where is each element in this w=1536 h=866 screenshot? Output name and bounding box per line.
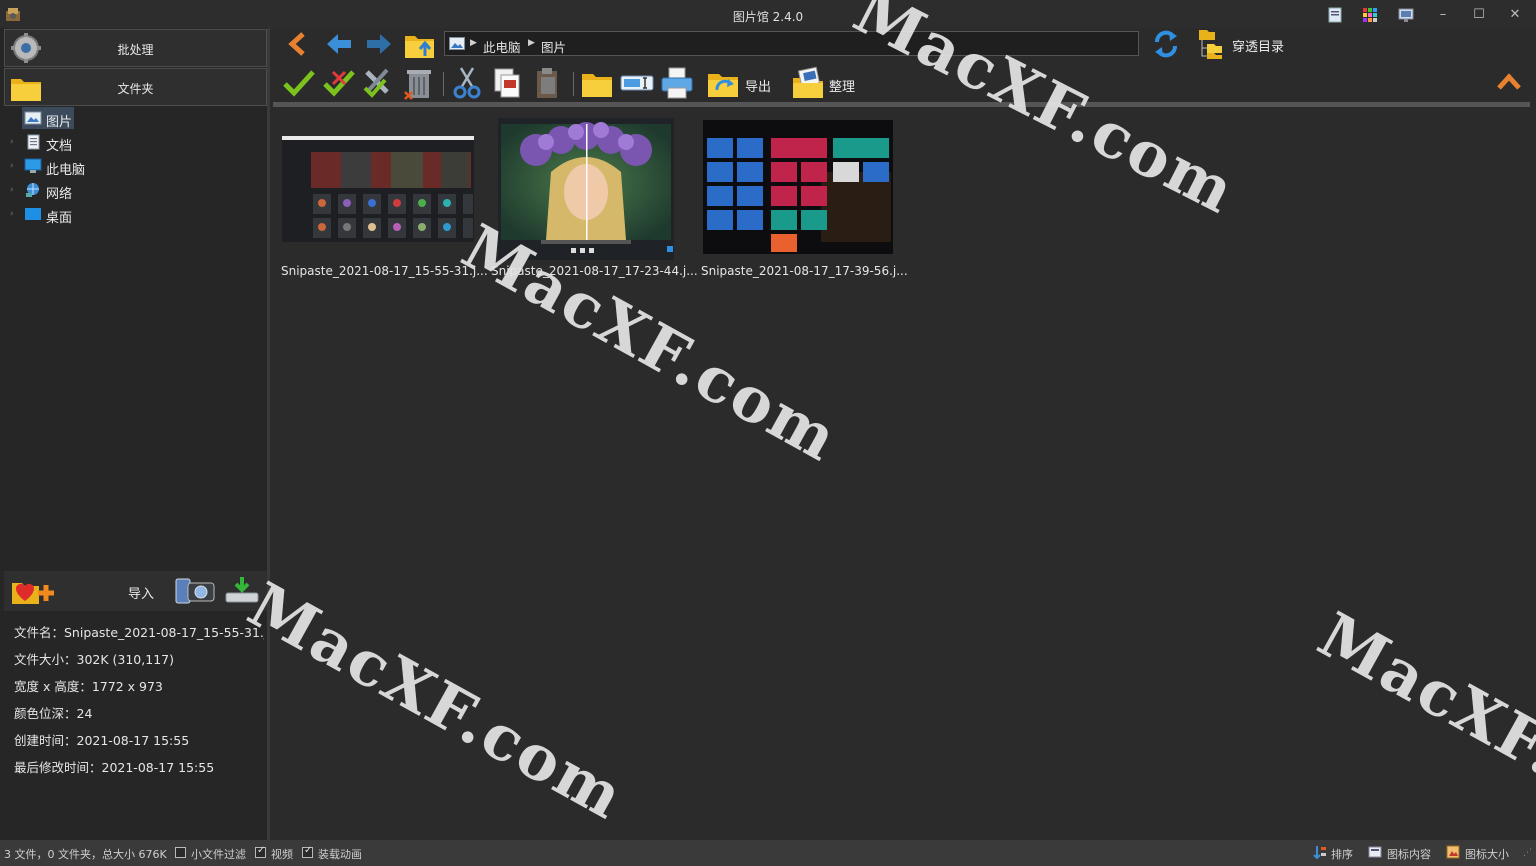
computer-icon — [24, 158, 42, 173]
thumbnail-caption: Snipaste_2021-08-17_17-39-56.j... — [701, 264, 908, 278]
organize-label[interactable]: 整理 — [829, 76, 855, 95]
tree-item-label: 桌面 — [46, 211, 73, 226]
camera-import-icon[interactable] — [174, 573, 218, 607]
video-checkbox[interactable] — [255, 845, 266, 858]
folder-button[interactable]: 文件夹 — [4, 68, 267, 106]
maximize-button[interactable]: ☐ — [1461, 4, 1497, 26]
thumbnail-image[interactable] — [701, 112, 901, 262]
through-directory-label: 穿透目录 — [1232, 40, 1285, 55]
copy-icon[interactable] — [489, 66, 525, 100]
tree-item-desktop[interactable]: › 桌面 — [10, 203, 260, 227]
title-bar: 图片馆 2.4.0 – ☐ ✕ — [0, 0, 1536, 30]
picture-icon — [449, 37, 465, 50]
document-icon — [27, 134, 40, 150]
expand-arrow-icon[interactable]: › — [10, 185, 14, 195]
picture-icon — [24, 111, 42, 125]
desktop-icon — [25, 208, 41, 220]
tree-item-network[interactable]: › 网络 — [10, 179, 260, 203]
color-depth-info: 颜色位深：24 — [14, 706, 93, 721]
status-summary: 3 文件，0 文件夹，总大小 676K — [4, 848, 167, 861]
print-icon[interactable] — [659, 66, 695, 100]
left-panel: 批处理 文件夹 图片 › 文档 › 此电脑 › 网络 › 桌面 导入 文件名：S… — [0, 28, 270, 840]
tree-item-pictures[interactable]: 图片 — [10, 107, 260, 131]
tree-item-label: 此电脑 — [46, 163, 86, 178]
tree-item-this-pc[interactable]: › 此电脑 — [10, 155, 260, 179]
export-label[interactable]: 导出 — [745, 76, 771, 95]
load-animation-label[interactable]: 装载动画 — [318, 846, 362, 862]
import-label: 导入 — [128, 587, 155, 602]
expand-arrow-icon[interactable]: › — [10, 161, 14, 171]
icon-content-label[interactable]: 图标内容 — [1387, 846, 1431, 862]
trash-icon[interactable] — [401, 66, 437, 100]
load-animation-checkbox[interactable] — [302, 845, 313, 858]
tree-item-label: 网络 — [46, 187, 73, 202]
file-size-info: 文件大小：302K (310,117) — [14, 652, 174, 667]
import-bar: 导入 — [4, 571, 267, 611]
toolbar-divider — [273, 102, 1530, 107]
folder-tree: 图片 › 文档 › 此电脑 › 网络 › 桌面 — [10, 107, 260, 227]
close-button[interactable]: ✕ — [1497, 4, 1533, 26]
tree-item-documents[interactable]: › 文档 — [10, 131, 260, 155]
expand-arrow-icon[interactable]: › — [10, 209, 14, 219]
refresh-icon[interactable] — [1151, 28, 1181, 60]
icon-size-label[interactable]: 图标大小 — [1465, 846, 1509, 862]
breadcrumb-this-pc[interactable]: 此电脑 — [483, 37, 521, 56]
batch-process-label: 批处理 — [117, 43, 154, 57]
icon-size-icon[interactable] — [1446, 845, 1460, 859]
view-list-icon[interactable] — [1327, 7, 1343, 23]
breadcrumb-arrow-icon[interactable]: ▶ — [470, 38, 477, 48]
resize-grip-icon[interactable]: ⋰ — [1523, 848, 1532, 858]
sort-label[interactable]: 排序 — [1331, 846, 1353, 862]
network-icon — [26, 183, 39, 197]
small-file-filter-checkbox[interactable] — [175, 847, 186, 858]
status-bar: 3 文件，0 文件夹，总大小 676K 小文件过滤 视频 装载动画 排序 图标内… — [0, 840, 1536, 866]
monitor-icon[interactable] — [1398, 7, 1414, 23]
export-icon[interactable] — [705, 66, 741, 100]
minimize-button[interactable]: – — [1425, 4, 1461, 26]
color-grid-icon[interactable] — [1362, 7, 1378, 23]
dimensions-info: 宽度 x 高度：1772 x 973 — [14, 679, 163, 694]
check-cross-icon[interactable] — [321, 66, 357, 100]
created-time-info: 创建时间：2021-08-17 15:55 — [14, 733, 190, 748]
arrow-left-icon[interactable] — [325, 32, 353, 56]
collapse-up-icon[interactable] — [1495, 68, 1523, 96]
file-info-panel: 文件名：Snipaste_2021-08-17_15-55-31.jpg 文件大… — [14, 622, 264, 784]
small-file-filter-label[interactable]: 小文件过滤 — [191, 846, 246, 862]
icon-content-icon[interactable] — [1368, 845, 1382, 859]
folder-label: 文件夹 — [117, 82, 154, 96]
rename-icon[interactable] — [619, 66, 655, 100]
cut-icon[interactable] — [449, 66, 485, 100]
folder-up-icon[interactable] — [403, 30, 437, 60]
file-name-info: 文件名：Snipaste_2021-08-17_15-55-31.jpg — [14, 625, 264, 640]
organize-icon[interactable] — [790, 66, 826, 100]
folder-open-icon[interactable] — [579, 66, 615, 100]
breadcrumb-pictures[interactable]: 图片 — [541, 37, 566, 56]
check-icon[interactable] — [281, 66, 317, 100]
address-bar[interactable]: ▶ 此电脑 ▶ 图片 — [444, 31, 1139, 56]
paste-icon[interactable] — [529, 66, 565, 100]
sort-icon[interactable] — [1313, 845, 1327, 859]
folder-tree-icon — [1199, 30, 1222, 59]
tree-item-label: 图片 — [46, 115, 73, 130]
batch-process-button[interactable]: 批处理 — [4, 29, 267, 67]
thumbnail-image[interactable] — [281, 112, 481, 262]
tools-check-icon[interactable] — [361, 66, 397, 100]
modified-time-info: 最后修改时间：2021-08-17 15:55 — [14, 760, 215, 775]
expand-arrow-icon[interactable]: › — [10, 137, 14, 147]
back-orange-icon[interactable] — [285, 31, 311, 57]
tree-item-label: 文档 — [46, 139, 73, 154]
window-title: 图片馆 2.4.0 — [732, 10, 804, 24]
arrow-right-icon[interactable] — [365, 32, 393, 56]
video-label[interactable]: 视频 — [271, 846, 293, 862]
add-favorite-icon[interactable] — [8, 573, 58, 607]
breadcrumb-arrow-icon[interactable]: ▶ — [528, 38, 535, 48]
